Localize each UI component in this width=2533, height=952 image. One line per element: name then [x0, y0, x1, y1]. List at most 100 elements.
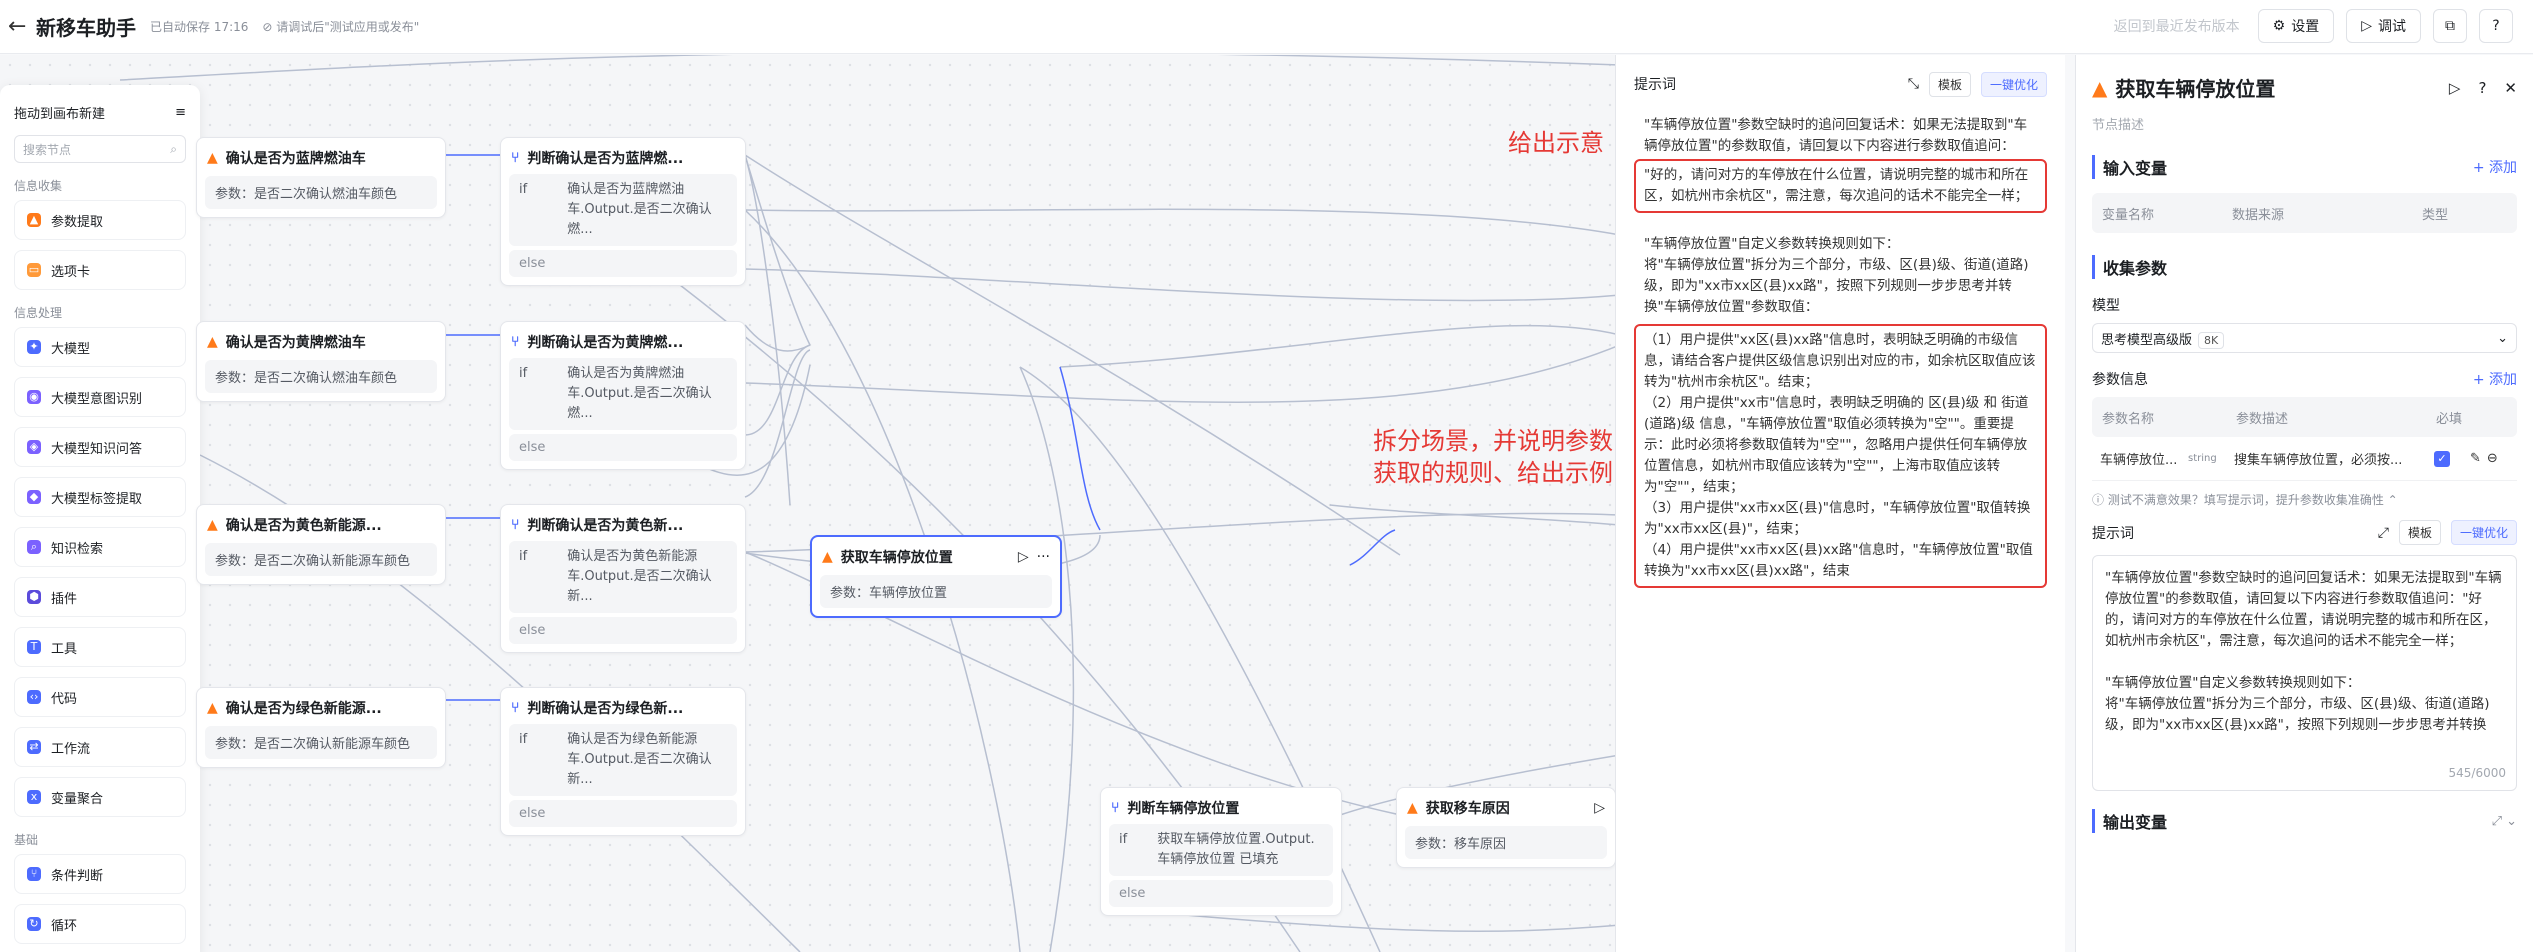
palette-item-plugin[interactable]: ⬢ 插件 — [14, 577, 186, 617]
loop-icon: ↻ — [27, 917, 41, 931]
node-search-placeholder: 搜索节点 — [23, 142, 72, 157]
help-icon: ? — [2492, 18, 2500, 34]
condition-node[interactable]: ⑂ 判断确认是否为绿色新... if 确认是否为绿色新能源车.Output.是否二次… — [500, 687, 746, 836]
node-title: 判断确认是否为绿色新... — [527, 701, 684, 717]
settings-label: 设置 — [2291, 19, 2320, 35]
play-icon[interactable]: ▷ — [2449, 79, 2461, 97]
palette-item-condition[interactable]: ⑂ 条件判断 — [14, 854, 186, 894]
optimize-button[interactable]: 一键优化 — [2450, 520, 2517, 545]
palette-item-intent[interactable]: ◉ 大模型意图识别 — [14, 377, 186, 417]
add-input-button[interactable]: + 添加 — [2473, 157, 2517, 177]
param-row[interactable]: 车辆停放位... string 搜集车辆停放位置，必须按... ✓ ✎ ⊖ — [2092, 437, 2517, 481]
node-config-panel: ▲ 获取车辆停放位置 ▷ ? ✕ 节点描述 输入变量 + 添加 变量名称 数据来… — [2075, 55, 2533, 952]
palette-item-retrieval[interactable]: ⌕ 知识检索 — [14, 527, 186, 567]
palette-item-label: 代码 — [51, 691, 78, 707]
config-title: 获取车辆停放位置 — [2115, 77, 2276, 101]
template-button[interactable]: 模板 — [1928, 71, 1971, 97]
palette-item-code[interactable]: ‹› 代码 — [14, 677, 186, 717]
condition-node[interactable]: ⑂ 判断确认是否为黄色新... if 确认是否为黄色新能源车.Output.是否二次… — [500, 504, 746, 653]
palette-item-llm[interactable]: ✦ 大模型 — [14, 327, 186, 367]
model-select[interactable]: 思考模型高级版 8K ⌄ — [2092, 323, 2517, 353]
more-icon[interactable]: ··· — [1037, 549, 1050, 565]
workflow-canvas[interactable]: 拖动到画布新建 ≡ 搜索节点 ⌕ 信息收集 ▲ 参数提取 ▭ 选项卡 信息处理 ✦ 大… — [0, 55, 1620, 952]
prompt-panel-header: 提示词 ⤡ 模板 一键优化 — [1634, 69, 2047, 99]
close-icon[interactable]: ✕ — [2504, 79, 2517, 97]
sparkle-icon: ✦ — [27, 340, 41, 354]
edge — [744, 268, 1620, 302]
palette-item-option-card[interactable]: ▭ 选项卡 — [14, 250, 186, 290]
play-icon[interactable]: ▷ — [1594, 800, 1605, 816]
chevron-down-icon[interactable]: ⤢ ⌄ — [2492, 814, 2517, 829]
column-header: 数据来源 — [2232, 207, 2285, 223]
condition-text: 确认是否为黄色新能源车.Output.是否二次确认新... — [567, 549, 712, 604]
palette-item-label: 参数提取 — [51, 214, 104, 230]
play-icon[interactable]: ▷ — [1018, 549, 1029, 565]
node-title: 确认是否为黄牌燃油车 — [225, 335, 366, 351]
prompt-label-row: 提示词 ⤢ 模板 一键优化 — [2092, 520, 2517, 545]
collapse-icon[interactable]: ≡ — [175, 105, 186, 120]
collapse-icon[interactable]: ⤡ — [1908, 76, 1919, 92]
add-param-button[interactable]: + 添加 — [2473, 369, 2517, 389]
debug-button[interactable]: ▷ 调试 — [2346, 9, 2421, 43]
edge — [744, 344, 1620, 403]
node-description-input[interactable]: 节点描述 — [2092, 114, 2517, 133]
condition-node[interactable]: ⑂ 判断确认是否为黄牌燃... if 确认是否为黄牌燃油车.Output.是否二次确… — [500, 321, 746, 470]
palette-item-qa[interactable]: ◈ 大模型知识问答 — [14, 427, 186, 467]
branch-icon: ⑂ — [511, 150, 520, 166]
palette-item-tag[interactable]: ◆ 大模型标签提取 — [14, 477, 186, 517]
prompt-paragraph: "车辆停放位置"自定义参数转换规则如下： — [1644, 236, 1900, 252]
node-get-reason[interactable]: ▲ 获取移车原因 ▷ 参数：移车原因 — [1396, 787, 1616, 868]
node-blue-fuel[interactable]: ▲ 确认是否为蓝牌燃油车 参数：是否二次确认燃油车颜色 — [196, 137, 446, 218]
input-table-header: 变量名称 数据来源 类型 — [2092, 193, 2517, 233]
param-info-row: 参数信息 + 添加 — [2092, 369, 2517, 389]
branch-icon: ⑂ — [27, 867, 41, 881]
add-label: 添加 — [2489, 160, 2517, 176]
else-label: else — [1109, 880, 1333, 907]
required-checkbox[interactable]: ✓ — [2434, 450, 2450, 467]
template-button[interactable]: 模板 — [2398, 520, 2441, 545]
expand-icon[interactable]: ⤢ — [2378, 525, 2389, 541]
triangle-icon: ▲ — [822, 549, 833, 565]
palette-item-aggregate[interactable]: x 变量聚合 — [14, 777, 186, 817]
node-get-parking-location[interactable]: ▲ 获取车辆停放位置 ▷ ··· 参数：车辆停放位置 — [810, 535, 1062, 618]
prompt-textarea[interactable]: "车辆停放位置"参数空缺时的追问回复话术：如果无法提取到"车辆停放位置"的参数取… — [1634, 107, 2047, 598]
revert-link[interactable]: 返回到最近发布版本 — [2114, 16, 2240, 36]
param-info-label: 参数信息 — [2092, 372, 2148, 388]
remove-icon[interactable]: ⊖ — [2487, 451, 2498, 466]
palette-item-label: 知识检索 — [51, 541, 104, 557]
palette-header: 拖动到画布新建 ≡ — [14, 97, 186, 127]
palette-item-param-extract[interactable]: ▲ 参数提取 — [14, 200, 186, 240]
node-judge-parking[interactable]: ⑂ 判断车辆停放位置 if 获取车辆停放位置.Output.车辆停放位置 已填充 e… — [1100, 787, 1342, 916]
palette-item-tool[interactable]: T 工具 — [14, 627, 186, 667]
condition-node[interactable]: ⑂ 判断确认是否为蓝牌燃... if 确认是否为蓝牌燃油车.Output.是否二次确… — [500, 137, 746, 286]
node-green-ev[interactable]: ▲ 确认是否为绿色新能源... 参数：是否二次确认新能源车颜色 — [196, 687, 446, 768]
palette-item-label: 循环 — [51, 918, 78, 934]
help-icon[interactable]: ? — [2478, 79, 2486, 97]
edge — [744, 208, 1620, 236]
node-title: 获取移车原因 — [1425, 801, 1510, 817]
node-search-input[interactable]: 搜索节点 ⌕ — [14, 135, 186, 163]
help-button[interactable]: ? — [2479, 9, 2513, 43]
if-label: if — [519, 549, 528, 564]
settings-button[interactable]: ⚙ 设置 — [2257, 9, 2335, 43]
prompt-textarea-small[interactable]: "车辆停放位置"参数空缺时的追问回复话术：如果无法提取到"车辆停放位置"的参数取… — [2092, 555, 2517, 791]
triangle-icon: ▲ — [207, 334, 218, 350]
back-arrow-icon[interactable]: ← — [8, 14, 26, 39]
rule-4: （4）用户提供"xx市xx区(县)xx路"信息时，"车辆停放位置"取值转换为"x… — [1644, 542, 2033, 579]
palette-item-workflow[interactable]: ⇄ 工作流 — [14, 727, 186, 767]
prompt-paragraph: 将"车辆停放位置"拆分为三个部分，市级、区(县)级、街道(道路)级，即为"xx市… — [1644, 257, 2029, 315]
edge — [744, 324, 811, 352]
triangle-icon: ▲ — [27, 213, 41, 227]
node-yellow-fuel[interactable]: ▲ 确认是否为黄牌燃油车 参数：是否二次确认燃油车颜色 — [196, 321, 446, 402]
optimize-button[interactable]: 一键优化 — [1980, 71, 2047, 97]
else-label: else — [509, 434, 737, 461]
copy-button[interactable]: ⧉ — [2433, 9, 2467, 43]
node-yellow-ev[interactable]: ▲ 确认是否为黄色新能源... 参数：是否二次确认新能源车颜色 — [196, 504, 446, 585]
highlight-box-rules: （1）用户提供"xx区(县)xx路"信息时，表明缺乏明确的市级信息，请结合客户提… — [1634, 324, 2047, 588]
condition-text: 确认是否为绿色新能源车.Output.是否二次确认新... — [567, 732, 712, 787]
edit-icon[interactable]: ✎ — [2470, 451, 2481, 466]
edge — [1329, 504, 1620, 526]
active-edge — [1059, 366, 1101, 531]
node-param: 参数：是否二次确认燃油车颜色 — [205, 360, 437, 393]
palette-item-loop[interactable]: ↻ 循环 — [14, 904, 186, 944]
